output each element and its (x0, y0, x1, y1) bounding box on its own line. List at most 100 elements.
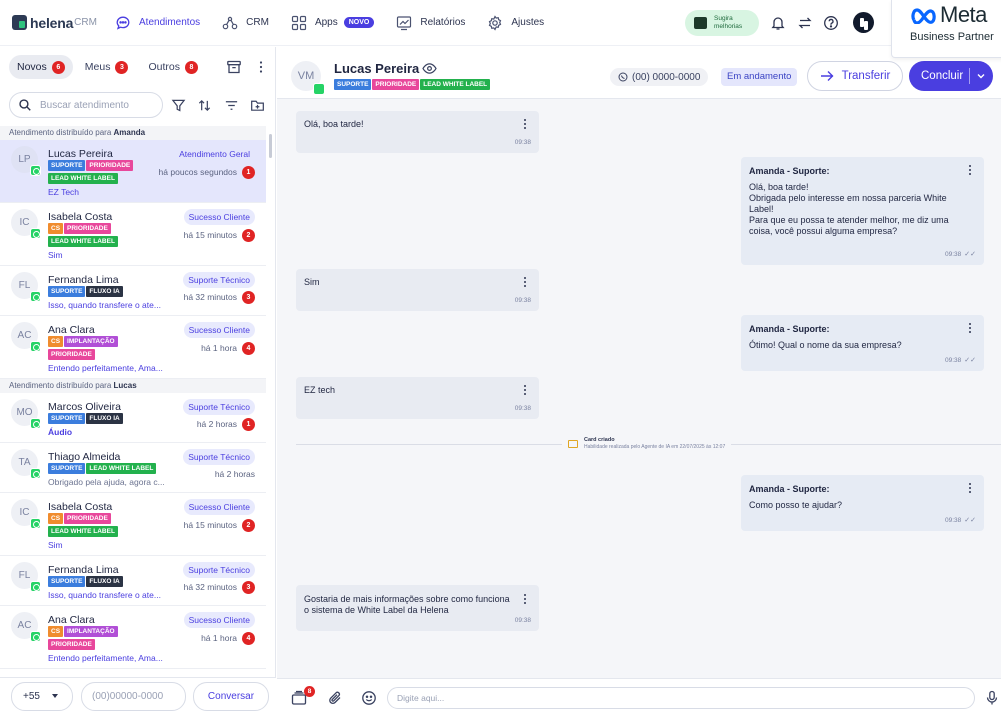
message-menu-icon[interactable] (969, 483, 972, 494)
scrollbar-thumb[interactable] (269, 134, 272, 158)
conversation-time: há 1 hora (201, 633, 237, 643)
contact-tags: CS IMPLANTAÇÃO PRIORIDADE (48, 336, 140, 362)
search-field[interactable] (9, 92, 163, 118)
meta-brand: Meta (940, 2, 987, 27)
conversation-item[interactable]: AC Ana Clara CS IMPLANTAÇÃOPRIORIDADE Entend… (0, 606, 266, 669)
filter-lines-icon[interactable] (224, 98, 239, 113)
message-menu-icon[interactable] (524, 594, 527, 605)
meta-subtitle: Business Partner (910, 31, 994, 43)
message-menu-icon[interactable] (524, 277, 527, 288)
nav-apps[interactable]: Apps NOVO (280, 0, 385, 46)
group-header: Atendimento distribuído para Lucas (0, 379, 266, 393)
emoji-smile-icon[interactable] (361, 690, 377, 706)
swap-arrows-icon[interactable] (797, 15, 813, 31)
contact-tags: CS IMPLANTAÇÃO PRIORIDADE (48, 626, 140, 652)
start-conversation-button[interactable]: Conversar (193, 681, 269, 711)
filter-funnel-icon[interactable] (171, 98, 186, 113)
country-code-select[interactable]: +55 (11, 681, 73, 711)
conversation-item[interactable]: FL Fernanda Lima SUPORTE FLUXO IA Isso, quan… (0, 556, 266, 606)
tag-suporte: SUPORTE (48, 413, 86, 424)
tag-suporte: SUPORTE (48, 576, 86, 587)
tag-cs: CS (48, 336, 64, 347)
conclude-button[interactable]: Concluir (909, 61, 993, 91)
tag-implanta-o: IMPLANTAÇÃO (64, 336, 118, 347)
message-menu-icon[interactable] (524, 385, 527, 396)
reports-chart-icon (397, 15, 412, 30)
conversation-item[interactable]: IC Isabela Costa CS PRIORIDADELEAD WHITE LA… (0, 203, 266, 266)
nav-label: CRM (246, 17, 269, 28)
contact-name[interactable]: Lucas Pereira (334, 61, 419, 76)
contact-name: Fernanda Lima (48, 274, 119, 286)
tab-meus[interactable]: Meus 3 (77, 55, 137, 79)
queue-badge: Sucesso Cliente (183, 612, 255, 628)
tab-outros[interactable]: Outros 8 (140, 55, 206, 79)
conversation-time: há 1 hora (201, 343, 237, 353)
help-icon[interactable] (823, 15, 839, 31)
user-avatar[interactable] (853, 12, 874, 33)
microphone-icon[interactable] (984, 690, 1000, 706)
group-agent: Lucas (113, 381, 137, 390)
nav-relatorios[interactable]: Relatórios (385, 0, 476, 46)
arrow-right-icon (820, 71, 834, 81)
tag-cs: CS (48, 223, 64, 234)
country-code-value: +55 (23, 690, 40, 702)
conversation-item[interactable]: FL Fernanda Lima SUPORTE FLUXO IA Isso, quan… (0, 266, 266, 316)
conversation-time: há poucos segundos (158, 167, 237, 177)
nav-ajustes[interactable]: Ajustes (476, 0, 555, 46)
bell-icon[interactable] (770, 15, 786, 31)
suggest-label: Sugira melhorias (714, 15, 742, 31)
paperclip-icon[interactable] (327, 690, 343, 706)
chat-bubble-icon (116, 16, 130, 30)
transfer-button[interactable]: Transferir (807, 61, 903, 91)
incoming-message: Gostaria de mais informações sobre como … (296, 585, 539, 631)
conversation-time: há 32 minutos (183, 582, 237, 592)
tag-prioridade: PRIORIDADE (48, 349, 95, 360)
more-vertical-icon[interactable] (253, 59, 269, 75)
contact-tags: SUPORTE FLUXO IA (48, 576, 158, 589)
conversation-item[interactable]: IC Isabela Costa CS PRIORIDADELEAD WHITE LA… (0, 493, 266, 556)
group-title: Atendimento distribuído para (9, 128, 114, 137)
contact-tags: SUPORTE FLUXO IA (48, 413, 158, 426)
conversation-item[interactable]: TA Thiago Almeida SUPORTE LEAD WHITE LABEL O… (0, 443, 266, 493)
helena-logo[interactable]: helena CRM (12, 15, 104, 31)
gift-icon (694, 17, 707, 29)
outgoing-message: Amanda - Suporte: Ótimo! Qual o nome da s… (741, 315, 984, 371)
message-composer: 8 (277, 678, 1001, 714)
phone-number-input[interactable] (81, 681, 186, 711)
message-menu-icon[interactable] (524, 119, 527, 130)
contact-name: Ana Clara (48, 614, 95, 626)
new-badge: NOVO (343, 17, 375, 28)
crm-nodes-icon (222, 16, 238, 29)
message-menu-icon[interactable] (969, 323, 972, 334)
search-input[interactable] (40, 99, 150, 111)
suggest-improvements-button[interactable]: Sugira melhorias (685, 10, 759, 36)
tag-cs: CS (48, 513, 64, 524)
tab-novos[interactable]: Novos 6 (9, 55, 73, 79)
nav-atendimentos[interactable]: Atendimentos (104, 0, 211, 46)
unread-count-badge: 2 (242, 519, 255, 532)
sort-arrows-icon[interactable] (197, 98, 212, 113)
tag-lead-white-label: LEAD WHITE LABEL (48, 173, 118, 184)
message-author: Amanda - Suporte: (749, 484, 830, 494)
eye-icon[interactable] (422, 62, 437, 75)
conversation-item[interactable]: AC Ana Clara CS IMPLANTAÇÃOPRIORIDADE Entend… (0, 316, 266, 379)
conversation-item[interactable]: LP Lucas Pereira SUPORTE PRIORIDADELEAD WHI… (0, 140, 266, 203)
contact-phone[interactable]: (00) 0000-0000 (610, 68, 709, 86)
new-folder-icon[interactable] (250, 98, 265, 113)
nav-crm[interactable]: CRM (211, 0, 280, 46)
message-text: EZ tech (304, 385, 336, 395)
message-input[interactable] (387, 687, 975, 709)
message-time: 09:38 ✓✓ (944, 251, 976, 258)
queue-badge: Sucesso Cliente (183, 322, 255, 338)
chevron-down-icon[interactable] (976, 71, 986, 81)
message-time: 09:38 ✓✓ (944, 357, 976, 364)
conversation-time: há 2 horas (196, 419, 237, 429)
split-divider (969, 68, 970, 84)
message-menu-icon[interactable] (969, 165, 972, 176)
message-text: Olá, boa tarde! Obrigada pelo interesse … (749, 182, 949, 236)
archive-icon[interactable] (226, 59, 242, 75)
conversation-item[interactable]: MO Marcos Oliveira SUPORTE FLUXO IA Áudio Sup… (0, 393, 266, 443)
contact-tags: SUPORTE FLUXO IA (48, 286, 158, 299)
list-scrollbar[interactable] (268, 126, 273, 674)
whatsapp-icon (30, 291, 41, 302)
